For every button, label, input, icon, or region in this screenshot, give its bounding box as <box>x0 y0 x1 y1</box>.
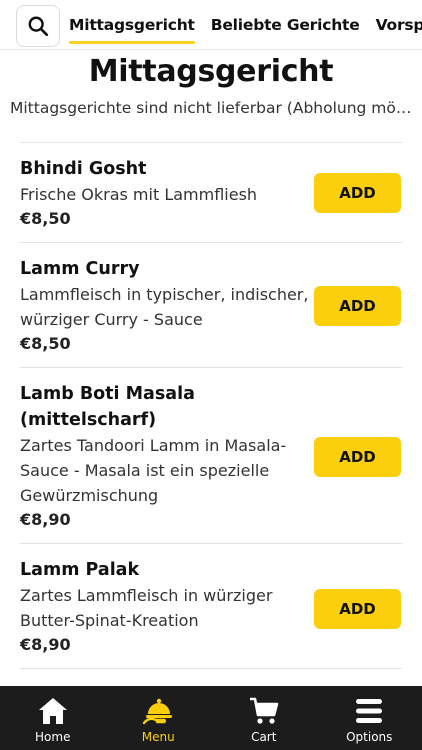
menu-cloche-icon <box>143 698 173 725</box>
add-button[interactable]: ADD <box>314 286 401 326</box>
bottom-navigation: Home Menu Cart Options <box>0 686 422 750</box>
category-tabs: Mittagsgericht Beliebte Gerichte Vorspei… <box>69 0 422 49</box>
item-name: Bhindi Gosht <box>20 159 147 179</box>
item-description: Frische Okras mit Lammfliesh <box>20 185 258 204</box>
section-subtitle: Mittagsgerichte sind nicht lieferbar (Ab… <box>10 99 415 117</box>
nav-cart-label: Cart <box>251 730 277 744</box>
menu-item: Lamb Boti Masala (mittelscharf) Zartes T… <box>20 367 402 543</box>
item-price: €8,50 <box>20 334 71 353</box>
item-description: Zartes Tandoori Lamm in Masala-Sauce - M… <box>20 436 287 505</box>
menu-item: Bhindi Gosht Frische Okras mit Lammflies… <box>20 142 402 242</box>
search-button[interactable] <box>16 5 60 47</box>
item-price: €8,50 <box>20 209 71 228</box>
search-icon <box>28 16 49 37</box>
top-category-bar: Mittagsgericht Beliebte Gerichte Vorspei… <box>0 0 422 50</box>
tab-beliebte-gerichte[interactable]: Beliebte Gerichte <box>211 12 360 38</box>
item-name: Lamm Palak <box>20 560 140 580</box>
item-name: Lamb Boti Masala (mittelscharf) <box>20 384 195 430</box>
add-button[interactable]: ADD <box>314 589 401 629</box>
nav-options-label: Options <box>346 730 393 744</box>
item-price: €8,90 <box>20 635 71 654</box>
menu-item: Lamm Curry Lammfleisch in typischer, ind… <box>20 242 402 367</box>
item-price: €8,90 <box>20 510 71 529</box>
item-description: Lammfleisch in typischer, indischer, wür… <box>20 285 309 329</box>
nav-home-label: Home <box>35 730 71 744</box>
item-description: Zartes Lammfleisch in würziger Butter-Sp… <box>20 586 273 630</box>
nav-options[interactable]: Options <box>317 686 422 750</box>
menu-item: Lamm Palak Zartes Lammfleisch in würzige… <box>20 543 402 668</box>
add-button[interactable]: ADD <box>314 437 401 477</box>
nav-menu-label: Menu <box>141 730 175 744</box>
hamburger-icon <box>356 699 383 723</box>
nav-home[interactable]: Home <box>0 686 106 750</box>
menu-item-list: Bhindi Gosht Frische Okras mit Lammflies… <box>20 142 402 708</box>
add-button[interactable]: ADD <box>314 173 401 213</box>
item-name: Lamm Curry <box>20 259 140 279</box>
nav-menu[interactable]: Menu <box>106 686 212 750</box>
home-icon <box>38 698 67 724</box>
nav-cart[interactable]: Cart <box>211 686 317 750</box>
section-title: Mittagsgericht <box>88 54 334 89</box>
cart-icon <box>249 697 279 724</box>
tab-mittagsgericht[interactable]: Mittagsgericht <box>69 12 195 44</box>
tab-vorspeisen[interactable]: Vorspeisen <box>376 12 422 38</box>
